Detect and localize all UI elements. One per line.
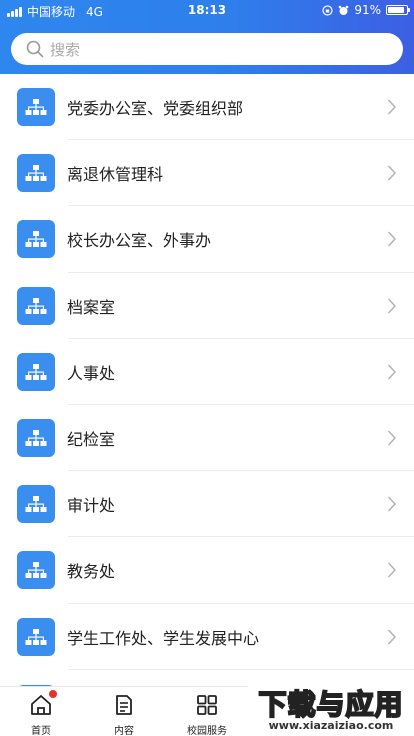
chevron-right-icon [388, 232, 396, 247]
department-list: 党委办公室、党委组织部 离退休管理科校长办公室、外事办 档案室人事处纪检室审计处教务… [0, 74, 414, 670]
department-name: 人事处 [67, 363, 116, 383]
department-list-item[interactable]: 人事处 [0, 339, 414, 406]
department-name: 审计处 [67, 496, 116, 516]
chevron-right-icon [388, 629, 396, 644]
org-chart-icon [17, 419, 55, 458]
department-name: 学生工作处、学生发展中心 [67, 628, 260, 648]
status-bar: 中国移动 4G 18:13 91% [0, 0, 414, 22]
battery-level [388, 7, 405, 13]
chevron-right-icon [388, 430, 396, 446]
org-chart-icon [17, 352, 55, 391]
grid-icon [195, 693, 219, 717]
tab-home-label: 首页 [31, 726, 51, 736]
department-name: 党委办公室、党委组织部 [67, 99, 244, 119]
chevron-right-icon [388, 563, 396, 578]
department-name: 档案室 [67, 297, 116, 317]
watermark-title: 下载与应用 [257, 688, 404, 721]
department-list-item[interactable]: 校长办公室、外事办 [0, 206, 414, 273]
chevron-right-icon [388, 99, 396, 115]
watermark-logo: 下载与应用 www.xiazaiziao.com [248, 686, 414, 736]
org-chart-icon [17, 154, 55, 193]
department-name: 教务处 [67, 562, 116, 582]
department-list-item[interactable]: 审计处 [0, 471, 414, 538]
chevron-right-icon [388, 496, 396, 512]
search-input[interactable]: 搜索 [11, 33, 403, 65]
search-placeholder: 搜索 [50, 40, 81, 59]
org-chart-icon [17, 220, 55, 259]
tab-campus-services-label: 校园服务 [187, 726, 227, 736]
department-list-item[interactable]: 学生工作处、学生发展中心 [0, 604, 414, 670]
department-list-item[interactable]: 纪检室 [0, 405, 414, 472]
org-chart-icon [17, 617, 55, 656]
department-list-item[interactable]: 党委办公室、党委组织部 [0, 74, 414, 141]
chevron-right-icon [388, 298, 396, 313]
battery-percent: 91% [354, 3, 381, 17]
org-chart-icon [17, 286, 55, 325]
tab-home[interactable]: 首页 [0, 687, 82, 736]
chevron-right-icon [388, 165, 396, 181]
department-name: 校长办公室、外事办 [67, 231, 212, 251]
department-name: 纪检室 [67, 430, 116, 450]
document-icon [112, 693, 136, 717]
department-list-item[interactable]: 档案室 [0, 273, 414, 339]
chevron-right-icon [388, 364, 396, 380]
org-chart-icon [17, 88, 55, 127]
tab-content[interactable]: 内容 [83, 687, 165, 736]
home-icon [29, 690, 57, 717]
org-chart-icon [17, 551, 55, 590]
tab-campus-services[interactable]: 校园服务 [166, 687, 248, 736]
tab-content-label: 内容 [114, 726, 134, 736]
orientation-lock-icon [322, 4, 333, 16]
battery-icon [386, 5, 410, 15]
org-chart-icon [17, 485, 55, 524]
notification-badge [49, 690, 57, 698]
department-name: 离退休管理科 [67, 165, 164, 185]
watermark-url: www.xiazaiziao.com [268, 719, 394, 732]
department-list-item[interactable]: 离退休管理科 [0, 140, 414, 207]
search-icon [26, 40, 44, 58]
header-bar: 中国移动 4G 18:13 91% 搜索 [0, 0, 414, 74]
alarm-icon [339, 5, 349, 15]
department-list-item[interactable]: 教务处 [0, 537, 414, 604]
